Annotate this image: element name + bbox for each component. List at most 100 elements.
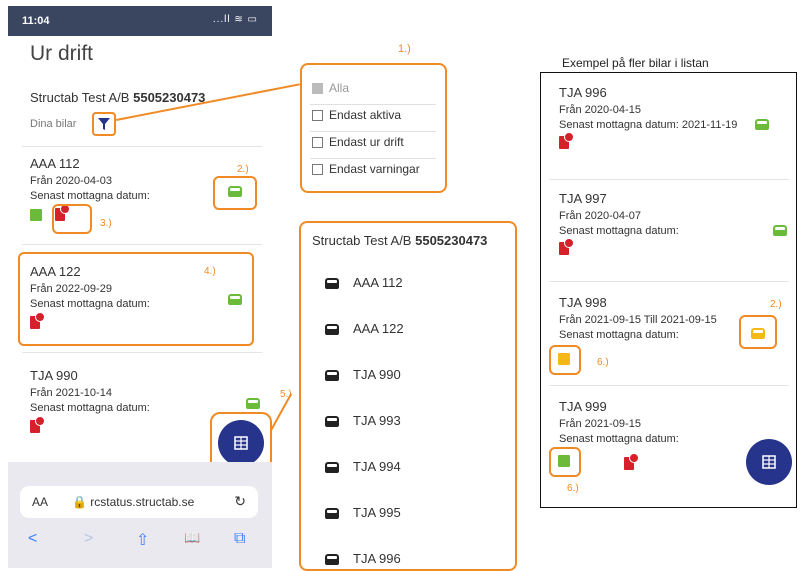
company-heading: Structab Test A/B 5505230473	[30, 90, 205, 105]
example-panel-title: Exempel på fler bilar i listan	[562, 56, 709, 70]
company-number: 5505230473	[415, 233, 488, 248]
car-icon	[325, 462, 339, 474]
car-received: Senast mottagna datum:	[559, 225, 679, 237]
signal-wifi-battery-icon: ...ll ≋ ▭	[212, 14, 258, 25]
bookmarks-icon[interactable]: 📖	[184, 530, 200, 546]
checkbox-checked-icon[interactable]	[312, 83, 323, 95]
car-plate: TJA 996	[353, 551, 401, 566]
divider	[549, 179, 789, 180]
building-fab-button[interactable]	[746, 439, 792, 485]
building-fab-button[interactable]	[218, 420, 264, 466]
car-received: Senast mottagna datum: 2021-11-19	[559, 119, 738, 131]
forward-icon[interactable]: >	[84, 530, 93, 548]
car-list-row[interactable]: AAA 122	[325, 321, 404, 336]
url-text[interactable]: 🔒 rcstatus.structab.se	[72, 495, 194, 509]
annotation-label: 4.)	[204, 266, 216, 277]
car-plate: TJA 990	[353, 367, 401, 382]
car-plate: TJA 998	[559, 295, 607, 310]
checkbox-icon[interactable]	[312, 110, 323, 122]
car-from: Från 2021-10-14	[30, 387, 112, 399]
highlight-box	[739, 315, 777, 349]
car-plate: TJA 993	[353, 413, 401, 428]
car-plate: TJA 996	[559, 85, 607, 100]
car-status-green-icon	[773, 225, 788, 236]
car-icon	[325, 508, 339, 520]
annotation-label: 6.)	[597, 357, 609, 368]
car-icon	[325, 416, 339, 428]
car-icon	[325, 370, 339, 382]
car-list-row[interactable]: TJA 996	[325, 551, 401, 566]
filter-option-varningar[interactable]: Endast varningar	[312, 162, 420, 180]
yellow-document-icon[interactable]	[558, 353, 570, 365]
divider	[22, 352, 262, 353]
car-list-row[interactable]: TJA 990	[325, 367, 401, 382]
car-list-row[interactable]: TJA 994	[325, 459, 401, 474]
red-document-alert-icon[interactable]	[559, 238, 574, 255]
green-document-icon[interactable]	[558, 455, 570, 467]
highlight-box	[549, 345, 581, 375]
annotation-label: 6.)	[567, 483, 579, 494]
car-plate: AAA 112	[353, 275, 403, 290]
car-received: Senast mottagna datum:	[30, 190, 150, 202]
car-plate: AAA 122	[353, 321, 404, 336]
car-plate: TJA 990	[30, 368, 78, 383]
red-document-alert-icon[interactable]	[559, 132, 574, 149]
divider	[310, 104, 436, 105]
car-list-item[interactable]: TJA 996 Från 2020-04-15 Senast mottagna …	[559, 85, 737, 152]
browser-toolbar: AA 🔒 rcstatus.structab.se ↻ < > ⇧ 📖 ⧉	[8, 462, 272, 568]
company-name: Structab Test A/B	[30, 90, 130, 105]
company-name: Structab Test A/B	[312, 233, 412, 248]
car-from: Från 2020-04-03	[30, 175, 112, 187]
checkbox-icon[interactable]	[312, 137, 323, 149]
annotation-label: 5.)	[280, 389, 292, 400]
divider	[549, 281, 789, 282]
car-list-item[interactable]: TJA 990 Från 2021-10-14 Senast mottagna …	[30, 368, 150, 436]
browser-nav-row: < > ⇧ 📖 ⧉	[8, 528, 272, 552]
green-document-icon[interactable]	[30, 209, 42, 221]
address-bar[interactable]: AA 🔒 rcstatus.structab.se ↻	[20, 486, 258, 518]
car-status-green-icon	[228, 294, 242, 305]
annotation-label: 3.)	[100, 218, 112, 229]
car-from: Från 2021-09-15 Till 2021-09-15	[559, 314, 717, 326]
filter-option-ur-drift[interactable]: Endast ur drift	[312, 135, 404, 153]
filter-dropdown: Alla Endast aktiva Endast ur drift Endas…	[300, 63, 447, 193]
text-size-button[interactable]: AA	[32, 495, 48, 509]
filter-option-aktiva[interactable]: Endast aktiva	[312, 108, 401, 126]
red-document-alert-icon[interactable]	[30, 416, 45, 433]
car-list-item[interactable]: TJA 999 Från 2021-09-15 Senast mottagna …	[559, 399, 679, 448]
example-panel: TJA 996 Från 2020-04-15 Senast mottagna …	[540, 72, 797, 508]
status-bar: 11:04 ...ll ≋ ▭	[8, 6, 272, 36]
car-received: Senast mottagna datum:	[30, 402, 150, 414]
car-list-item[interactable]: TJA 998 Från 2021-09-15 Till 2021-09-15 …	[559, 295, 717, 344]
share-icon[interactable]: ⇧	[136, 530, 149, 550]
dina-bilar-label: Dina bilar	[30, 118, 77, 130]
filter-funnel-icon	[98, 118, 110, 130]
checkbox-icon[interactable]	[312, 164, 323, 176]
car-from: Från 2022-09-29	[30, 283, 112, 295]
reload-icon[interactable]: ↻	[234, 493, 246, 510]
car-plate: TJA 999	[559, 399, 607, 414]
back-icon[interactable]: <	[28, 530, 37, 548]
car-plate: TJA 997	[559, 191, 607, 206]
car-status-green-icon	[228, 186, 242, 197]
car-list-item[interactable]: TJA 997 Från 2020-04-07 Senast mottagna …	[559, 191, 679, 258]
red-document-alert-icon[interactable]	[623, 453, 639, 470]
filter-option-alla[interactable]: Alla	[312, 81, 349, 99]
filter-option-label: Endast ur drift	[329, 135, 404, 149]
filter-button[interactable]	[92, 112, 116, 136]
car-status-green-icon	[246, 398, 261, 409]
red-document-alert-icon[interactable]	[30, 312, 45, 329]
car-from: Från 2021-09-15	[559, 418, 641, 430]
page-title: Ur drift	[30, 42, 93, 65]
car-list-row[interactable]: AAA 112	[325, 275, 403, 290]
building-icon	[234, 436, 248, 450]
annotation-label: 2.)	[770, 299, 782, 310]
car-received: Senast mottagna datum:	[559, 329, 679, 341]
tabs-icon[interactable]: ⧉	[234, 530, 245, 548]
popup-company-heading: Structab Test A/B 5505230473	[312, 233, 487, 248]
car-list-item[interactable]: AAA 122 Från 2022-09-29 Senast mottagna …	[30, 264, 150, 332]
car-list-row[interactable]: TJA 993	[325, 413, 401, 428]
car-icon	[325, 554, 339, 566]
car-list-row[interactable]: TJA 995	[325, 505, 401, 520]
annotation-label: 2.)	[237, 164, 249, 175]
